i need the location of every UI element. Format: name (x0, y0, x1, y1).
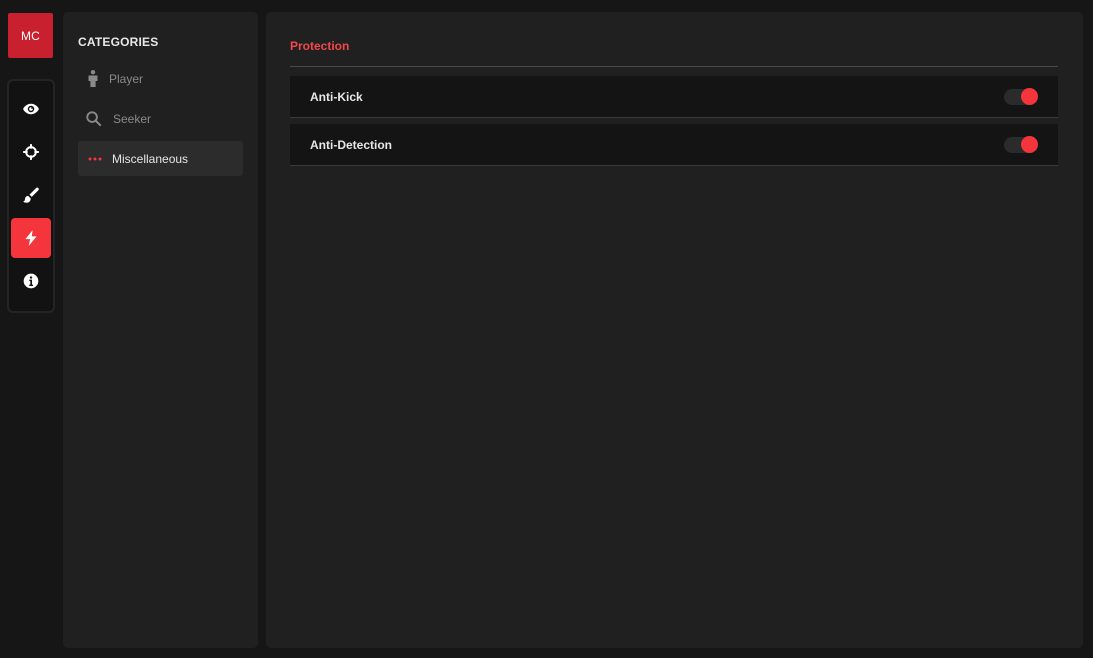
rail-button-aim[interactable] (11, 132, 51, 172)
category-miscellaneous-label: Miscellaneous (112, 151, 189, 166)
category-player-label: Player (109, 71, 144, 86)
categories-panel: CATEGORIES Player Seeker Miscellaneous (63, 12, 258, 648)
option-row-anti-kick: Anti-Kick (290, 76, 1058, 118)
brush-icon (23, 187, 39, 203)
rail-button-visuals[interactable] (11, 89, 51, 129)
section-title-protection: Protection (290, 39, 350, 53)
option-row-anti-detection: Anti-Detection (290, 124, 1058, 166)
option-label-anti-detection: Anti-Detection (310, 137, 392, 152)
eye-icon (23, 103, 39, 115)
search-icon (83, 110, 103, 127)
category-player[interactable]: Player (78, 61, 243, 96)
info-icon (23, 273, 39, 289)
main-panel: Protection Anti-Kick Anti-Detection (266, 12, 1083, 648)
anti-kick-toggle[interactable] (1004, 88, 1038, 105)
category-seeker-label: Seeker (113, 111, 152, 126)
toggle-knob (1021, 88, 1038, 105)
lightning-icon (25, 230, 37, 246)
app-window: MC CATEGORIES Player Seeker Miscellaneou… (0, 0, 1093, 658)
person-icon (83, 70, 103, 87)
rail-button-info[interactable] (11, 261, 51, 301)
categories-title: CATEGORIES (78, 35, 159, 49)
category-seeker[interactable]: Seeker (78, 101, 243, 136)
anti-detection-toggle[interactable] (1004, 136, 1038, 153)
toggle-knob (1021, 136, 1038, 153)
dots-icon (86, 157, 104, 161)
icon-rail (7, 79, 55, 313)
category-miscellaneous[interactable]: Miscellaneous (78, 141, 243, 176)
section-divider (290, 66, 1058, 67)
rail-button-misc[interactable] (11, 218, 51, 258)
brand-logo: MC (8, 13, 53, 58)
rail-button-paint[interactable] (11, 175, 51, 215)
crosshair-icon (23, 144, 39, 160)
brand-logo-text: MC (20, 28, 41, 43)
option-label-anti-kick: Anti-Kick (310, 89, 363, 104)
